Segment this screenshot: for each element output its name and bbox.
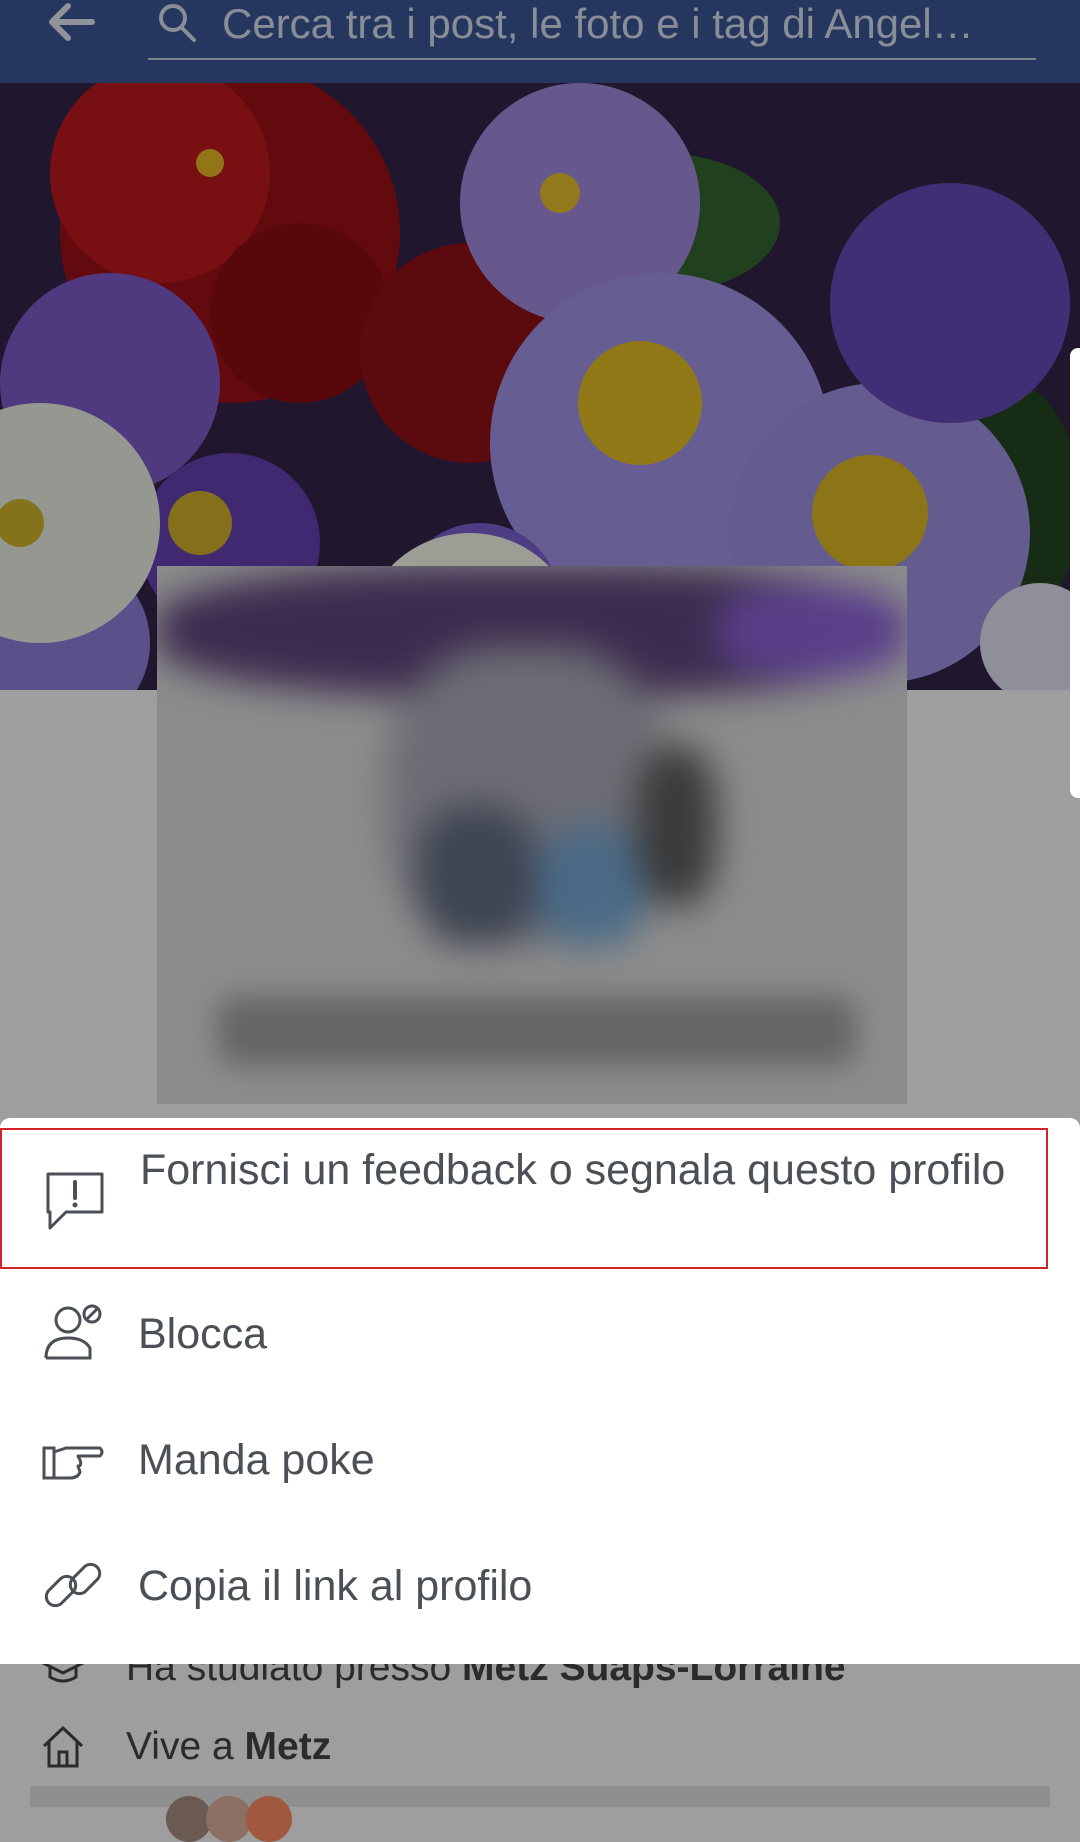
side-panel-edge	[1070, 348, 1080, 798]
search-bar[interactable]	[148, 0, 1036, 60]
friends-preview-strip[interactable]	[30, 1786, 1050, 1842]
menu-item-label: Manda poke	[138, 1436, 375, 1484]
live-prefix: Vive a	[126, 1725, 245, 1768]
profile-name-blurred	[217, 996, 857, 1066]
search-input[interactable]	[220, 0, 1024, 48]
arrow-left-icon	[49, 3, 95, 41]
menu-item-label: Fornisci un feedback o segnala questo pr…	[140, 1146, 1006, 1194]
avatar[interactable]	[246, 1796, 292, 1842]
report-icon	[46, 1172, 104, 1230]
live-place[interactable]: Metz	[245, 1725, 332, 1768]
link-icon	[44, 1562, 102, 1608]
back-button[interactable]	[46, 2, 96, 42]
menu-item-block[interactable]: Blocca	[0, 1278, 1080, 1390]
top-bar	[0, 0, 1080, 83]
menu-item-label: Blocca	[138, 1310, 268, 1358]
menu-item-copy-link[interactable]: Copia il link al profilo	[0, 1530, 1080, 1642]
menu-item-label: Copia il link al profilo	[138, 1562, 533, 1610]
live-text: Vive a Metz	[126, 1722, 331, 1772]
search-icon	[159, 4, 196, 42]
home-icon	[42, 1726, 84, 1768]
block-user-icon	[44, 1304, 102, 1360]
profile-options-sheet: Fornisci un feedback o segnala questo pr…	[0, 1118, 1080, 1664]
menu-item-poke[interactable]: Manda poke	[0, 1404, 1080, 1516]
poke-hand-icon	[42, 1446, 104, 1480]
menu-item-feedback-report[interactable]: Fornisci un feedback o segnala questo pr…	[0, 1128, 1048, 1269]
info-row-live: Vive a Metz	[0, 1722, 1080, 1792]
profile-picture[interactable]	[157, 566, 907, 1104]
